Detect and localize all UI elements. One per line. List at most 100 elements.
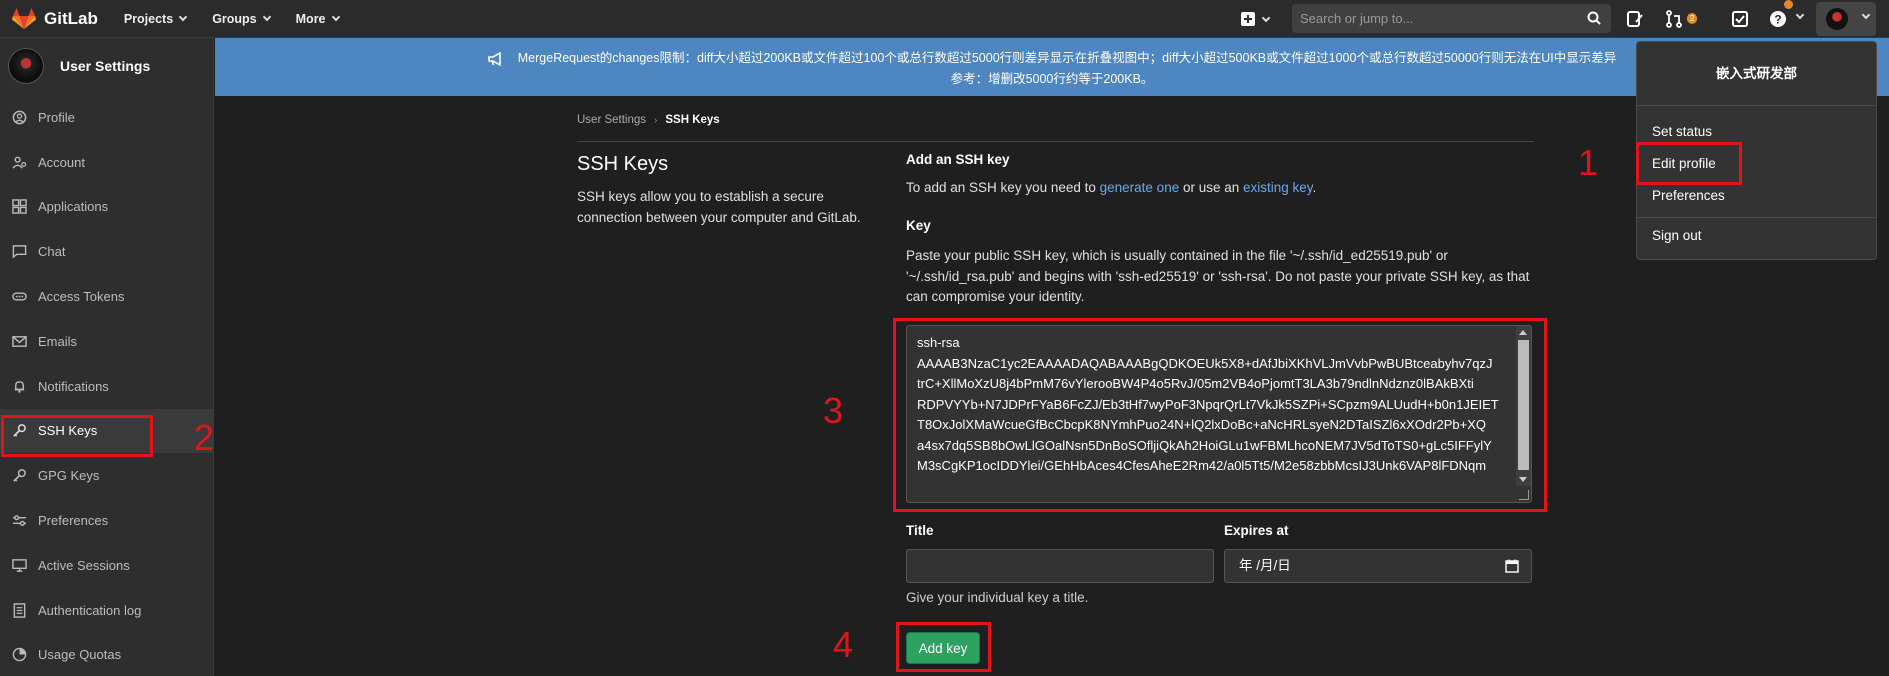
new-item-dropdown[interactable] xyxy=(1236,0,1274,38)
avatar xyxy=(8,48,44,84)
sidebar-item-label: Account xyxy=(38,154,85,170)
sidebar-item-label: GPG Keys xyxy=(38,468,100,484)
sidebar-item-usage-quotas[interactable]: Usage Quotas xyxy=(0,633,213,676)
sidebar-item-label: Applications xyxy=(38,199,109,215)
sidebar-item-preferences[interactable]: Preferences xyxy=(0,498,213,543)
banner-text-1: MergeRequest的changes限制：diff大小超过200KB或文件超… xyxy=(517,51,1617,65)
chevron-down-icon xyxy=(178,12,188,22)
bullhorn-icon xyxy=(487,51,501,66)
title-help-text: Give your individual key a title. xyxy=(906,590,1089,605)
user-name: 嵌入式研发部 xyxy=(1716,66,1797,81)
key-icon xyxy=(11,468,27,484)
sidebar-item-chat[interactable]: Chat xyxy=(0,229,213,274)
todo-icon[interactable] xyxy=(1731,10,1749,28)
user-avatar xyxy=(1826,8,1848,30)
generate-one-link[interactable]: generate one xyxy=(1100,180,1180,195)
annotation-box-4 xyxy=(896,622,991,672)
nav-groups[interactable]: Groups xyxy=(212,11,271,26)
title-label: Title xyxy=(906,523,934,538)
annotation-box-2 xyxy=(1,415,153,457)
monitor-icon xyxy=(11,557,27,573)
nav-menu: Projects Groups More xyxy=(124,12,365,26)
preferences-item[interactable]: Preferences xyxy=(1652,188,1725,203)
search-icon[interactable] xyxy=(1587,11,1601,25)
nav-more[interactable]: More xyxy=(295,11,340,26)
sidebar-item-profile[interactable]: Profile xyxy=(0,95,213,140)
sidebar-list: Profile Account Applications Chat Access… xyxy=(0,95,213,676)
gitlab-logo[interactable]: GitLab xyxy=(12,7,98,30)
sidebar-item-label: Access Tokens xyxy=(38,289,125,305)
existing-key-link[interactable]: existing key xyxy=(1243,180,1313,195)
help-icon[interactable]: ? xyxy=(1769,10,1787,28)
quota-icon xyxy=(11,647,27,663)
annotation-box-3 xyxy=(893,318,1547,512)
sidebar-item-label: Preferences xyxy=(38,513,109,529)
sidebar-item-label: Notifications xyxy=(38,378,109,394)
sidebar-item-label: Profile xyxy=(38,109,75,125)
intro-text: To add an SSH key you need to xyxy=(906,180,1100,195)
sidebar-header[interactable]: User Settings xyxy=(0,38,213,94)
divider xyxy=(1637,217,1876,218)
sidebar: User Settings Profile Account Applicatio… xyxy=(0,38,214,676)
sidebar-item-label: Emails xyxy=(38,333,78,349)
divider xyxy=(1637,105,1876,106)
search-input[interactable] xyxy=(1300,11,1570,26)
breadcrumb: User Settings › SSH Keys xyxy=(577,114,720,126)
sidebar-item-label: Authentication log xyxy=(38,602,142,618)
sidebar-item-applications[interactable]: Applications xyxy=(0,185,213,230)
log-icon xyxy=(11,602,27,618)
sidebar-item-account[interactable]: Account xyxy=(0,140,213,185)
sidebar-item-label: Usage Quotas xyxy=(38,647,122,663)
intro-text: or use an xyxy=(1179,180,1244,195)
key-label: Key xyxy=(906,218,931,233)
preferences-icon xyxy=(11,513,27,529)
account-icon xyxy=(11,154,27,170)
merge-request-icon[interactable] xyxy=(1665,10,1683,28)
chevron-right-icon: › xyxy=(654,114,658,126)
search-box[interactable] xyxy=(1292,4,1611,33)
applications-icon xyxy=(11,199,27,215)
notification-dot xyxy=(1784,0,1793,9)
intro-text: . xyxy=(1312,180,1317,195)
annotation-number-4: 4 xyxy=(833,624,854,665)
nav-more-label: More xyxy=(295,11,326,26)
date-placeholder: 年 /月/日 xyxy=(1239,558,1291,573)
chevron-down-icon xyxy=(1861,10,1871,20)
set-status-item[interactable]: Set status xyxy=(1652,124,1712,139)
nav-projects-label: Projects xyxy=(123,11,174,26)
chevron-down-icon xyxy=(262,12,271,22)
annotation-number-1: 1 xyxy=(1578,142,1599,183)
nav-projects[interactable]: Projects xyxy=(123,11,188,26)
sign-out-item[interactable]: Sign out xyxy=(1652,228,1702,243)
chevron-down-icon xyxy=(1261,13,1271,22)
brand-name: GitLab xyxy=(44,8,98,28)
annotation-number-2: 2 xyxy=(194,417,215,458)
sidebar-item-emails[interactable]: Emails xyxy=(0,319,213,364)
mail-icon xyxy=(11,333,27,349)
chevron-down-icon xyxy=(331,12,340,22)
issues-icon[interactable] xyxy=(1626,10,1644,28)
title-input[interactable] xyxy=(906,549,1214,583)
breadcrumb-user-settings[interactable]: User Settings xyxy=(577,114,646,126)
annotation-box-1 xyxy=(1636,142,1742,185)
form-heading: Add an SSH key xyxy=(906,152,1010,167)
tanuki-icon xyxy=(12,7,36,29)
sidebar-item-active-sessions[interactable]: Active Sessions xyxy=(0,543,213,588)
chat-icon xyxy=(11,244,27,260)
calendar-icon[interactable] xyxy=(1505,559,1519,573)
divider xyxy=(577,141,1534,142)
expires-date-input[interactable]: 年 /月/日 xyxy=(1224,549,1532,583)
page-title: SSH Keys xyxy=(577,153,669,175)
annotation-number-3: 3 xyxy=(823,390,844,431)
sidebar-item-gpg-keys[interactable]: GPG Keys xyxy=(0,453,213,498)
key-help-text: Paste your public SSH key, which is usua… xyxy=(906,248,1530,304)
sidebar-item-access-tokens[interactable]: Access Tokens xyxy=(0,274,213,319)
user-menu-toggle[interactable] xyxy=(1816,2,1876,36)
sidebar-item-authentication-log[interactable]: Authentication log xyxy=(0,588,213,633)
sidebar-item-notifications[interactable]: Notifications xyxy=(0,364,213,409)
sidebar-title: User Settings xyxy=(60,58,151,74)
breadcrumb-ssh-keys[interactable]: SSH Keys xyxy=(665,114,719,126)
nav-groups-label: Groups xyxy=(212,11,257,26)
bell-icon xyxy=(11,378,27,394)
sidebar-item-label: Chat xyxy=(38,244,66,260)
